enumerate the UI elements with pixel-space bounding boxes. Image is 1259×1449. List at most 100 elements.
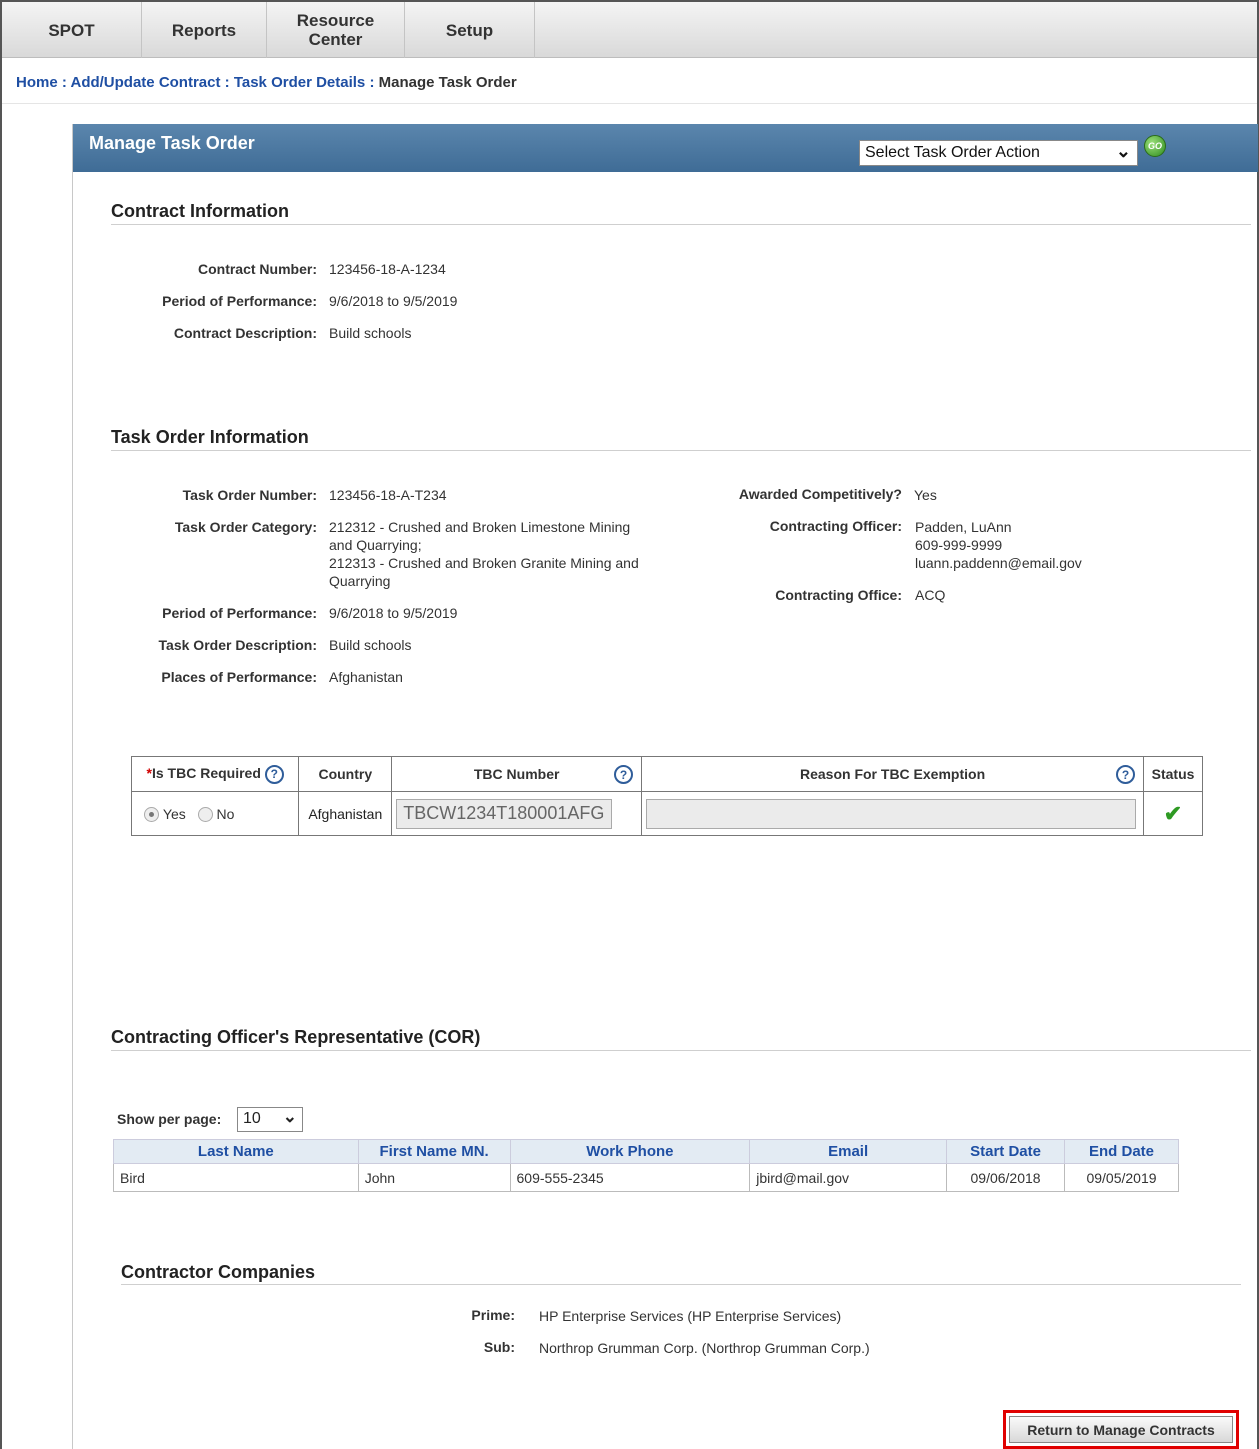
cor-divider <box>111 1050 1251 1051</box>
contract-description-value: Build schools <box>329 325 412 341</box>
breadcrumb-add-update-contract[interactable]: Add/Update Contract <box>70 74 220 91</box>
contract-description-label: Contract Description: <box>173 325 317 341</box>
task-order-number-label: Task Order Number: <box>182 487 317 503</box>
contracting-officer-email: luann.paddenn@email.gov <box>915 555 1082 571</box>
chevron-down-icon: ⌄ <box>1115 141 1131 161</box>
contractor-companies-title: Contractor Companies <box>121 1262 316 1282</box>
task-order-category-line-3: 212313 - Crushed and Broken Granite Mini… <box>329 555 639 571</box>
contractor-companies-divider <box>121 1284 1241 1285</box>
contract-number-label: Contract Number: <box>197 261 317 277</box>
contracting-office-label: Contracting Office: <box>775 587 902 603</box>
tbc-required-header: *Is TBC Required ? <box>130 756 300 792</box>
breadcrumb-separator: : <box>61 74 67 91</box>
places-of-performance-label: Places of Performance: <box>161 669 317 685</box>
breadcrumb-home[interactable]: Home <box>16 74 58 91</box>
tbc-number-cell: TBCW1234T180001AFG <box>391 791 643 836</box>
country-cell: Afghanistan <box>298 791 393 836</box>
task-order-period-value: 9/6/2018 to 9/5/2019 <box>329 605 458 621</box>
nav-setup-label: Setup <box>445 20 494 40</box>
country-value: Afghanistan <box>308 805 383 822</box>
task-order-category-line-4: Quarrying <box>329 573 391 589</box>
return-to-manage-contracts-button[interactable]: Return to Manage Contracts <box>1009 1416 1233 1443</box>
contract-info-title: Contract Information <box>111 201 289 221</box>
cell-email: jbird@mail.gov <box>749 1163 948 1192</box>
task-order-info-divider <box>111 450 1251 451</box>
nav-reports-label: Reports <box>171 20 237 40</box>
reason-header-label: Reason For TBC Exemption <box>799 766 986 782</box>
breadcrumb-divider <box>2 103 1257 104</box>
per-page-select[interactable]: 10 ⌄ <box>237 1107 303 1132</box>
help-icon[interactable]: ? <box>614 765 634 784</box>
table-row[interactable]: Bird John 609-555-2345 jbird@mail.gov 09… <box>113 1163 1179 1192</box>
task-order-action-select[interactable]: Select Task Order Action ⌄ <box>859 140 1138 166</box>
cor-title: Contracting Officer's Representative (CO… <box>111 1027 481 1047</box>
country-header: Country <box>298 756 393 792</box>
contracting-officer-name: Padden, LuAnn <box>915 519 1012 535</box>
tbc-header-row: *Is TBC Required ? Country TBC Number ? … <box>130 756 1203 792</box>
col-first-name[interactable]: First Name MN. <box>357 1139 511 1164</box>
places-of-performance-value: Afghanistan <box>329 669 403 685</box>
nav-resource-center-label: Resource Center <box>296 11 375 49</box>
cell-last-name: Bird <box>113 1163 359 1192</box>
col-start-date[interactable]: Start Date <box>946 1139 1066 1164</box>
chevron-down-icon: ⌄ <box>282 1107 297 1126</box>
tbc-number-header-label: TBC Number <box>473 766 560 782</box>
status-cell: ✔ <box>1143 791 1203 836</box>
top-nav: SPOT Reports Resource Center Setup <box>2 2 1257 58</box>
per-page-label: Show per page: <box>117 1111 222 1127</box>
go-button-label: GO <box>1147 141 1162 151</box>
task-order-info-title: Task Order Information <box>111 427 309 447</box>
reason-header: Reason For TBC Exemption ? <box>641 756 1145 792</box>
cell-end-date: 09/05/2019 <box>1064 1163 1179 1192</box>
help-icon[interactable]: ? <box>1116 765 1136 784</box>
radio-no[interactable] <box>197 806 213 822</box>
reason-cell <box>641 791 1145 836</box>
col-email[interactable]: Email <box>749 1139 948 1164</box>
breadcrumb-task-order-details[interactable]: Task Order Details <box>234 74 365 91</box>
return-button-highlight: Return to Manage Contracts <box>1003 1410 1239 1449</box>
contract-info-divider <box>111 224 1251 225</box>
cell-first-name: John <box>357 1163 511 1192</box>
checkmark-icon: ✔ <box>1163 800 1183 826</box>
cor-table: Last Name First Name MN. Work Phone Emai… <box>113 1139 1179 1192</box>
contracting-officer-phone: 609-999-9999 <box>915 537 1003 553</box>
task-order-category-line-2: and Quarrying; <box>329 537 422 553</box>
contracting-office-value: ACQ <box>915 587 946 603</box>
panel-header: Manage Task Order Select Task Order Acti… <box>73 124 1258 172</box>
sub-label: Sub: <box>483 1339 515 1355</box>
task-order-number-value: 123456-18-A-T234 <box>329 487 447 503</box>
nav-spot-label: SPOT <box>48 20 95 40</box>
radio-yes-label: Yes <box>162 806 186 823</box>
manage-task-order-panel: Manage Task Order Select Task Order Acti… <box>72 124 1258 1449</box>
per-page-value: 10 <box>243 1110 261 1127</box>
help-icon[interactable]: ? <box>264 764 284 784</box>
breadcrumb: Home : Add/Update Contract : Task Order … <box>16 74 517 91</box>
col-last-name[interactable]: Last Name <box>113 1139 359 1164</box>
contract-number-value: 123456-18-A-1234 <box>329 261 446 277</box>
nav-reports[interactable]: Reports <box>142 2 267 58</box>
cell-work-phone: 609-555-2345 <box>509 1163 751 1192</box>
col-end-date[interactable]: End Date <box>1064 1139 1179 1164</box>
nav-spot[interactable]: SPOT <box>2 2 142 58</box>
cell-start-date: 09/06/2018 <box>946 1163 1066 1192</box>
sub-value: Northrop Grumman Corp. (Northrop Grumman… <box>539 1340 870 1356</box>
radio-no-label: No <box>216 806 235 823</box>
tbc-required-cell: Yes No <box>130 791 300 836</box>
nav-resource-center[interactable]: Resource Center <box>267 2 405 58</box>
tbc-number-header: TBC Number ? <box>391 756 643 792</box>
go-button[interactable]: GO <box>1144 135 1166 157</box>
reason-input[interactable] <box>646 798 1137 829</box>
status-header: Status <box>1143 756 1203 792</box>
tbc-number-input[interactable]: TBCW1234T180001AFG <box>396 798 613 829</box>
task-order-category-label: Task Order Category: <box>174 519 317 535</box>
task-order-period-label: Period of Performance: <box>162 605 317 621</box>
country-header-label: Country <box>318 766 373 782</box>
col-work-phone[interactable]: Work Phone <box>509 1139 751 1164</box>
tbc-required-header-label: Is TBC Required <box>151 764 261 781</box>
tbc-row: Yes No Afghanistan TBCW1234T180001AFG ✔ <box>130 791 1203 836</box>
prime-label: Prime: <box>471 1307 515 1323</box>
cor-header-row: Last Name First Name MN. Work Phone Emai… <box>113 1139 1179 1164</box>
radio-yes[interactable] <box>144 806 159 822</box>
nav-setup[interactable]: Setup <box>405 2 535 58</box>
task-order-description-label: Task Order Description: <box>158 637 317 653</box>
